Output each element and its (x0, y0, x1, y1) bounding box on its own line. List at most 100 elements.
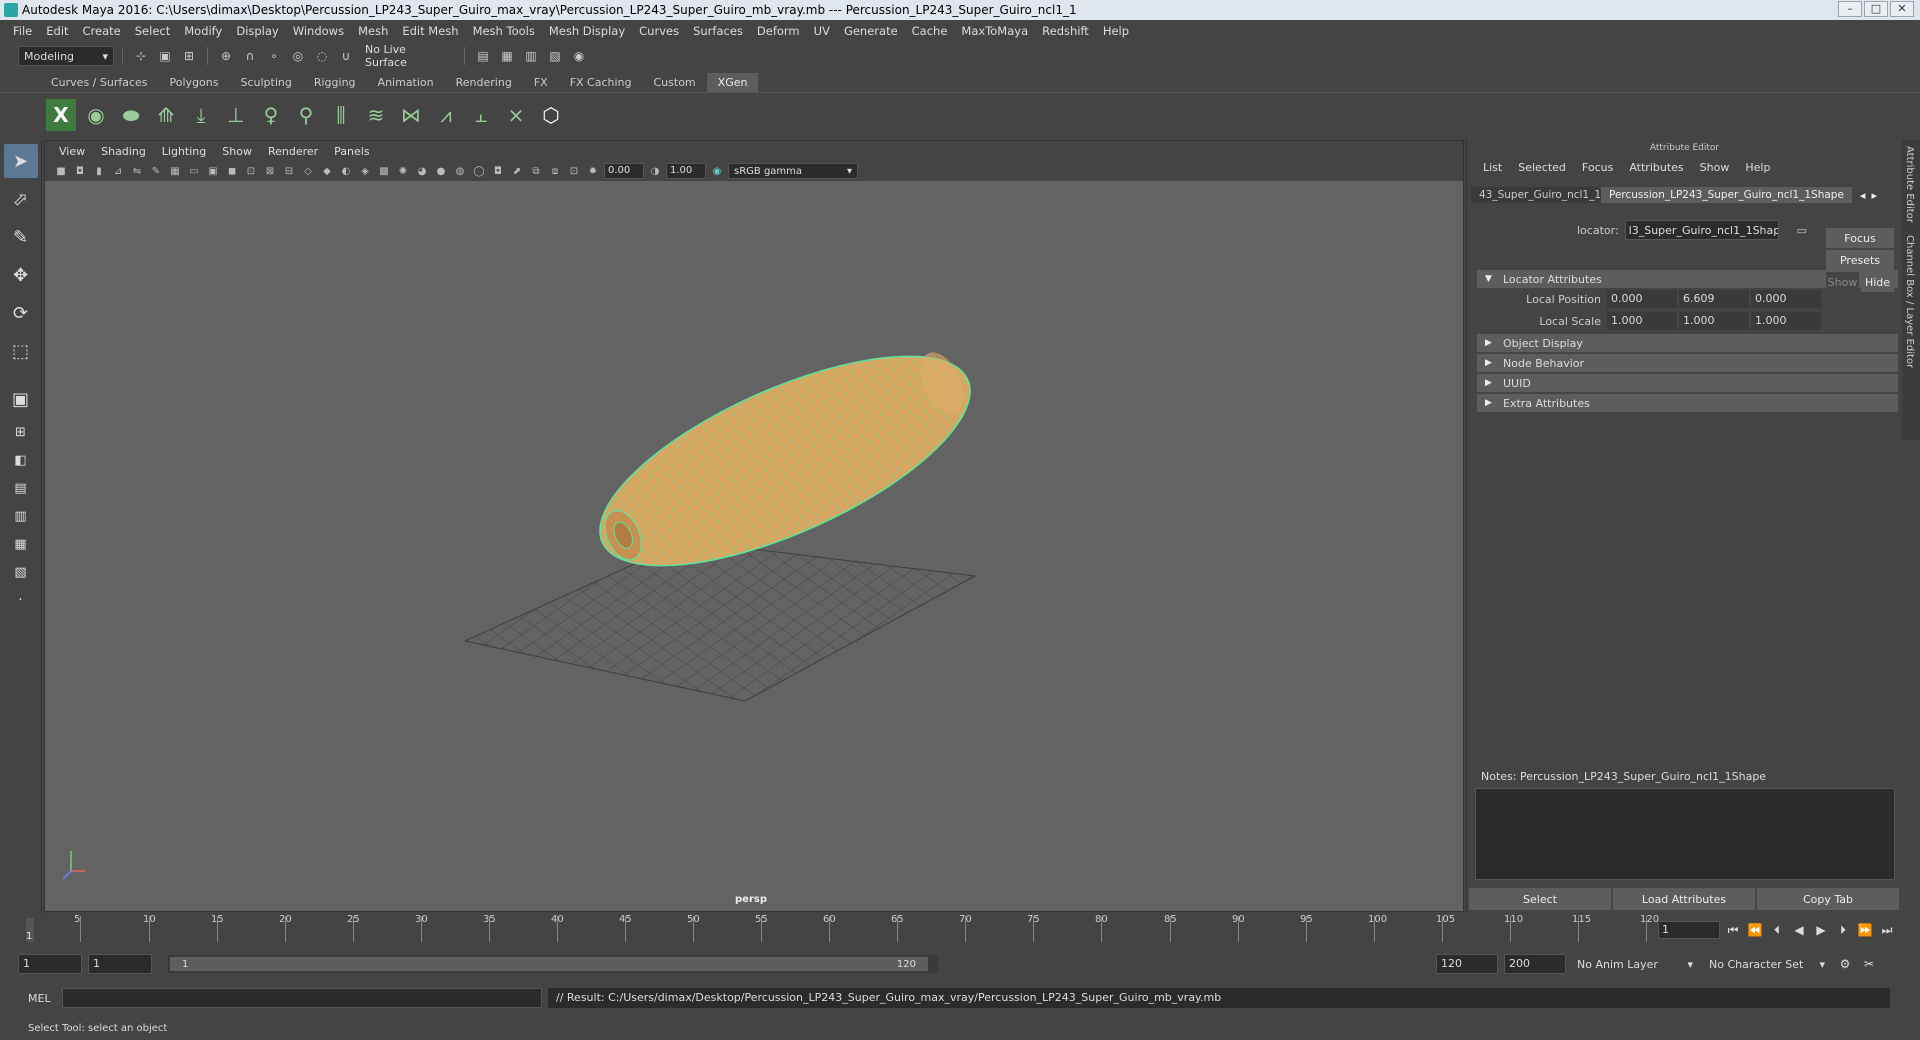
exposure-field[interactable]: 0.00 (604, 163, 644, 179)
menu-mesh[interactable]: Mesh (351, 24, 395, 38)
go-to-start-icon[interactable]: ⏮ (1724, 921, 1742, 939)
depth-of-field-icon[interactable]: ◘ (490, 163, 506, 179)
hypershade-layout-icon[interactable]: ▧ (4, 560, 38, 584)
camera-attr-icon[interactable]: ◘ (72, 163, 88, 179)
isolate-select-icon[interactable]: ⬈ (509, 163, 525, 179)
node-tab-transform[interactable]: 43_Super_Guiro_ncl1_1 (1471, 187, 1601, 203)
snap-curve-icon[interactable]: ∩ (240, 46, 260, 66)
current-frame-field[interactable]: 1 (1658, 921, 1720, 939)
xgen-clump-icon[interactable]: ⩘ (431, 99, 461, 131)
local-scale-z[interactable]: 1.000 (1751, 312, 1821, 330)
live-surface-field[interactable]: No Live Surface (360, 43, 456, 69)
ae-menu-attributes[interactable]: Attributes (1621, 161, 1691, 174)
grid-toggle-icon[interactable]: ▦ (167, 163, 183, 179)
snap-magnet-icon[interactable]: ∪ (336, 46, 356, 66)
layout-options-icon[interactable]: · (4, 588, 38, 612)
step-back-key-icon[interactable]: ⏪ (1746, 921, 1764, 939)
wireframe-on-shaded-icon[interactable]: ◈ (357, 163, 373, 179)
exposure-icon[interactable]: ✹ (585, 163, 601, 179)
playback-end-field[interactable]: 120 (1436, 954, 1498, 974)
shelf-tab-sculpting[interactable]: Sculpting (229, 73, 303, 92)
step-forward-frame-icon[interactable]: ⏵ (1834, 921, 1852, 939)
step-back-frame-icon[interactable]: ⏴ (1768, 921, 1786, 939)
copy-tab-button[interactable]: Copy Tab (1757, 888, 1899, 910)
graph-editor-layout-icon[interactable]: ▥ (4, 504, 38, 528)
xgen-layers-icon[interactable]: ≋ (361, 99, 391, 131)
shelf-tab-rendering[interactable]: Rendering (444, 73, 523, 92)
time-slider[interactable]: 5 10 15 20 25 30 35 40 45 50 55 60 65 70 75 80 85 90 95 100… (22, 914, 1659, 946)
image-plane-icon[interactable]: ⊿ (110, 163, 126, 179)
menu-deform[interactable]: Deform (750, 24, 807, 38)
wireframe-icon[interactable]: ◇ (300, 163, 316, 179)
current-frame-marker[interactable]: 1 (26, 918, 34, 942)
hide-button[interactable]: Hide (1861, 272, 1894, 292)
render-settings-icon[interactable]: ▧ (545, 46, 565, 66)
snap-point-icon[interactable]: ∘ (264, 46, 284, 66)
vp-menu-lighting[interactable]: Lighting (154, 145, 214, 158)
menu-display[interactable]: Display (229, 24, 285, 38)
safe-title-icon[interactable]: ⊟ (281, 163, 297, 179)
lasso-tool-icon[interactable]: ⬀ (4, 182, 38, 216)
menu-uv[interactable]: UV (807, 24, 837, 38)
side-tab-attribute-editor[interactable]: Attribute Editor (1902, 140, 1917, 229)
shelf-tab-custom[interactable]: Custom (642, 73, 707, 92)
menu-generate[interactable]: Generate (837, 24, 905, 38)
use-lights-icon[interactable]: ✺ (395, 163, 411, 179)
scene-canvas[interactable] (45, 181, 1465, 911)
shelf-tab-xgen[interactable]: XGen (706, 73, 759, 92)
local-scale-y[interactable]: 1.000 (1679, 312, 1749, 330)
default-material-icon[interactable]: ◐ (338, 163, 354, 179)
bookmark-icon[interactable]: ▮ (91, 163, 107, 179)
xray-joints-icon[interactable]: ⧈ (547, 163, 563, 179)
twod-pan-icon[interactable]: ⇋ (129, 163, 145, 179)
vp-menu-panels[interactable]: Panels (326, 145, 377, 158)
select-tool-icon[interactable]: ➤ (3, 144, 38, 178)
select-button[interactable]: Select (1469, 888, 1611, 910)
menu-create[interactable]: Create (76, 24, 128, 38)
anim-layer-dropdown[interactable]: No Anim Layer ▾ (1572, 954, 1698, 974)
menu-surfaces[interactable]: Surfaces (686, 24, 750, 38)
show-button[interactable]: Show (1826, 272, 1859, 292)
xgen-preview-icon[interactable]: ◉ (81, 99, 111, 131)
step-forward-key-icon[interactable]: ⏩ (1856, 921, 1874, 939)
shelf-tab-fx[interactable]: FX (522, 73, 559, 92)
character-set-dropdown[interactable]: No Character Set ▾ (1704, 954, 1830, 974)
smooth-shade-icon[interactable]: ◆ (319, 163, 335, 179)
mode-dropdown[interactable]: Modeling ▾ (18, 46, 114, 66)
notes-field[interactable] (1475, 788, 1895, 880)
go-to-end-icon[interactable]: ⏭ (1878, 921, 1896, 939)
ae-menu-focus[interactable]: Focus (1574, 161, 1621, 174)
ae-menu-list[interactable]: List (1475, 161, 1510, 174)
menu-mesh-display[interactable]: Mesh Display (542, 24, 632, 38)
paint-select-tool-icon[interactable]: ✎ (4, 220, 38, 254)
resolution-gate-icon[interactable]: ▣ (205, 163, 221, 179)
textured-icon[interactable]: ▩ (376, 163, 392, 179)
xgen-sculpt-guide-icon[interactable]: ♀ (256, 99, 286, 131)
tab-scroll-left-icon[interactable]: ◂ (1860, 189, 1866, 202)
menu-maxtomaya[interactable]: MaxToMaya (954, 24, 1035, 38)
xgen-lock-icon[interactable]: ⚲ (291, 99, 321, 131)
close-window-button[interactable]: ✕ (1890, 1, 1914, 17)
shelf-tab-curves-surfaces[interactable]: Curves / Surfaces (40, 73, 159, 92)
menu-mesh-tools[interactable]: Mesh Tools (466, 24, 542, 38)
menu-help[interactable]: Help (1096, 24, 1136, 38)
gate-mask-icon[interactable]: ◼ (224, 163, 240, 179)
local-position-z[interactable]: 0.000 (1751, 290, 1821, 308)
menu-windows[interactable]: Windows (286, 24, 351, 38)
xray-icon[interactable]: ⧉ (528, 163, 544, 179)
start-time-field[interactable]: 1 (18, 954, 82, 974)
vp-menu-view[interactable]: View (51, 145, 93, 158)
select-hierarchy-icon[interactable]: ⊹ (131, 46, 151, 66)
four-view-layout-icon[interactable]: ⊞ (4, 420, 38, 444)
ambient-occlusion-icon[interactable]: ● (433, 163, 449, 179)
load-attributes-button[interactable]: Load Attributes (1613, 888, 1755, 910)
snap-view-icon[interactable]: ◎ (288, 46, 308, 66)
outliner-layout-icon[interactable]: ▤ (4, 476, 38, 500)
range-slider[interactable]: 1 120 (168, 955, 938, 973)
menu-file[interactable]: File (6, 24, 39, 38)
menu-edit-mesh[interactable]: Edit Mesh (395, 24, 465, 38)
playback-start-field[interactable]: 1 (88, 954, 152, 974)
menu-cache[interactable]: Cache (905, 24, 955, 38)
section-extra-attributes[interactable]: ▶ Extra Attributes (1477, 394, 1898, 412)
end-time-field[interactable]: 200 (1504, 954, 1566, 974)
